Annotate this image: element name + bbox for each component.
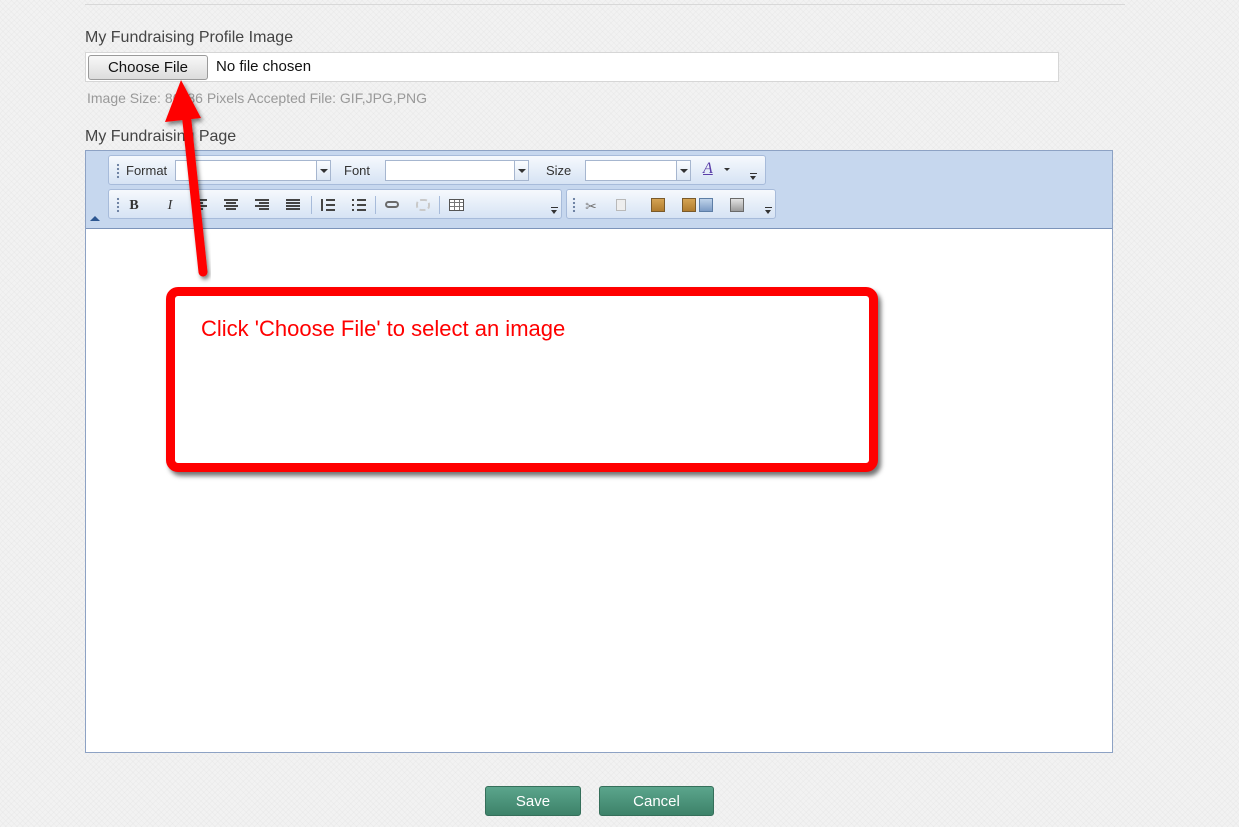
text-color-dropdown-icon[interactable]	[724, 168, 730, 171]
bold-icon[interactable]: B	[125, 198, 143, 214]
profile-image-label: My Fundraising Profile Image	[85, 29, 294, 46]
copy-icon[interactable]	[616, 199, 626, 211]
choose-file-button[interactable]: Choose File	[88, 55, 208, 80]
size-label: Size	[546, 163, 572, 178]
cut-icon[interactable]: ✂	[582, 198, 600, 214]
numbered-list-icon[interactable]	[321, 199, 335, 211]
toolbar-separator	[311, 196, 312, 214]
italic-icon[interactable]: I	[161, 198, 179, 214]
toolbar-options-icon[interactable]	[765, 207, 773, 217]
annotation-callout: Click 'Choose File' to select an image	[166, 287, 878, 472]
font-select[interactable]	[385, 160, 515, 181]
cancel-button[interactable]: Cancel	[599, 786, 714, 816]
paste-text-icon[interactable]	[682, 198, 696, 212]
toolbar-row-formatting: B I	[108, 189, 562, 219]
chevron-down-icon[interactable]	[677, 160, 691, 181]
justify-icon[interactable]	[286, 199, 300, 211]
bulleted-list-icon[interactable]	[352, 199, 366, 211]
image-size-hint: Image Size: 86x86 Pixels Accepted File: …	[87, 90, 428, 106]
align-left-icon[interactable]	[193, 199, 207, 211]
toolbar-separator	[439, 196, 440, 214]
file-status-text: No file chosen	[216, 58, 312, 75]
format-label: Format	[126, 163, 168, 178]
text-color-icon[interactable]: A	[701, 159, 723, 181]
paste-icon[interactable]	[651, 198, 665, 212]
save-button[interactable]: Save	[485, 786, 581, 816]
top-divider	[85, 4, 1125, 5]
fundraising-page-label: My Fundraising Page	[85, 128, 237, 145]
font-label: Font	[344, 163, 371, 178]
toolbar-options-icon[interactable]	[551, 207, 559, 217]
toolbar-options-icon[interactable]	[750, 173, 758, 183]
toolbar-grip-icon	[572, 197, 576, 213]
paste-from-word-icon[interactable]	[730, 198, 744, 212]
toolbar-grip-icon	[116, 197, 120, 213]
format-select[interactable]	[175, 160, 317, 181]
link-icon[interactable]	[385, 201, 399, 208]
toolbar-row-clipboard: ✂	[566, 189, 776, 219]
size-select[interactable]	[585, 160, 677, 181]
unlink-icon[interactable]	[416, 199, 430, 211]
annotation-text: Click 'Choose File' to select an image	[201, 316, 566, 341]
paste-special-icon[interactable]	[699, 198, 713, 212]
chevron-down-icon[interactable]	[317, 160, 331, 181]
toolbar-separator	[375, 196, 376, 214]
chevron-down-icon[interactable]	[515, 160, 529, 181]
toolbar-row-styles: Format Font Size A	[108, 155, 766, 185]
align-center-icon[interactable]	[224, 199, 238, 211]
align-right-icon[interactable]	[255, 199, 269, 211]
toolbar-grip-icon	[116, 163, 120, 179]
collapse-toolbar-icon[interactable]	[90, 216, 100, 221]
table-icon[interactable]	[449, 199, 464, 211]
